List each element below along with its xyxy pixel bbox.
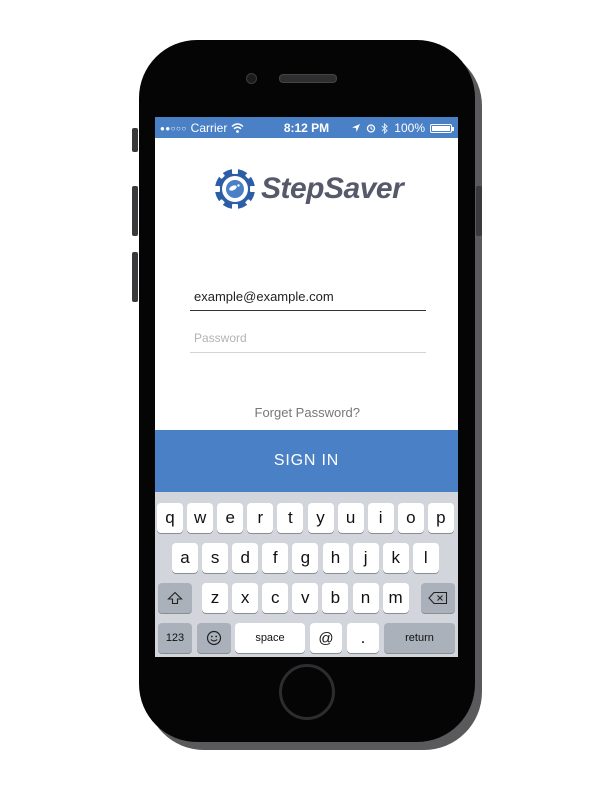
emoji-icon: [206, 630, 222, 646]
key-h[interactable]: h: [322, 543, 349, 573]
alarm-icon: [367, 124, 376, 133]
battery-icon: [430, 123, 454, 133]
key-v[interactable]: v: [292, 583, 319, 613]
sign-in-button[interactable]: SIGN IN: [155, 430, 458, 492]
app-name: StepSaver: [261, 172, 404, 205]
key-f[interactable]: f: [262, 543, 289, 573]
space-key[interactable]: space: [235, 623, 305, 653]
key-n[interactable]: n: [352, 583, 379, 613]
emoji-key[interactable]: [197, 623, 231, 653]
email-field[interactable]: example@example.com: [190, 289, 426, 311]
earpiece-speaker: [279, 74, 337, 83]
numbers-key[interactable]: 123: [158, 623, 192, 653]
battery-fill: [432, 125, 450, 131]
key-g[interactable]: g: [292, 543, 319, 573]
key-p[interactable]: p: [427, 503, 454, 533]
keyboard: 123 space @ . return qwertyuiop asdfghjkl…: [155, 492, 458, 657]
return-key[interactable]: return: [384, 623, 455, 653]
key-b[interactable]: b: [322, 583, 349, 613]
key-r[interactable]: r: [247, 503, 274, 533]
battery-percent: 100%: [394, 121, 425, 135]
phone-screen: ●●○○○ Carrier 8:12 PM 100% StepSaver exa…: [155, 117, 458, 657]
key-o[interactable]: o: [397, 503, 424, 533]
forgot-password-link[interactable]: Forget Password?: [155, 405, 458, 420]
volume-up-button: [132, 186, 138, 236]
bluetooth-icon: [381, 122, 389, 134]
key-m[interactable]: m: [382, 583, 409, 613]
location-arrow-icon: [352, 124, 361, 132]
shift-icon: [167, 591, 183, 605]
key-x[interactable]: x: [232, 583, 259, 613]
key-d[interactable]: d: [232, 543, 259, 573]
stepsaver-logo-icon: [214, 168, 256, 210]
status-right: 100%: [351, 121, 454, 135]
key-i[interactable]: i: [367, 503, 394, 533]
key-q[interactable]: q: [157, 503, 183, 533]
delete-key[interactable]: [421, 583, 455, 613]
key-s[interactable]: s: [202, 543, 229, 573]
key-y[interactable]: y: [307, 503, 334, 533]
power-button: [476, 186, 482, 236]
key-t[interactable]: t: [277, 503, 304, 533]
key-k[interactable]: k: [382, 543, 409, 573]
key-z[interactable]: z: [202, 583, 228, 613]
key-j[interactable]: j: [352, 543, 379, 573]
key-c[interactable]: c: [262, 583, 289, 613]
status-bar: ●●○○○ Carrier 8:12 PM 100%: [155, 117, 458, 138]
password-field[interactable]: Password: [190, 331, 426, 353]
volume-down-button: [132, 252, 138, 302]
key-w[interactable]: w: [187, 503, 214, 533]
at-key[interactable]: @: [310, 623, 342, 653]
front-camera: [246, 73, 257, 84]
backspace-icon: [428, 591, 448, 605]
key-u[interactable]: u: [337, 503, 364, 533]
shift-key[interactable]: [158, 583, 192, 613]
app-logo: StepSaver: [213, 167, 404, 211]
key-a[interactable]: a: [172, 543, 198, 573]
key-l[interactable]: l: [412, 543, 439, 573]
period-key[interactable]: .: [347, 623, 379, 653]
mute-switch: [132, 128, 138, 152]
key-e[interactable]: e: [217, 503, 244, 533]
home-button[interactable]: [279, 664, 335, 720]
